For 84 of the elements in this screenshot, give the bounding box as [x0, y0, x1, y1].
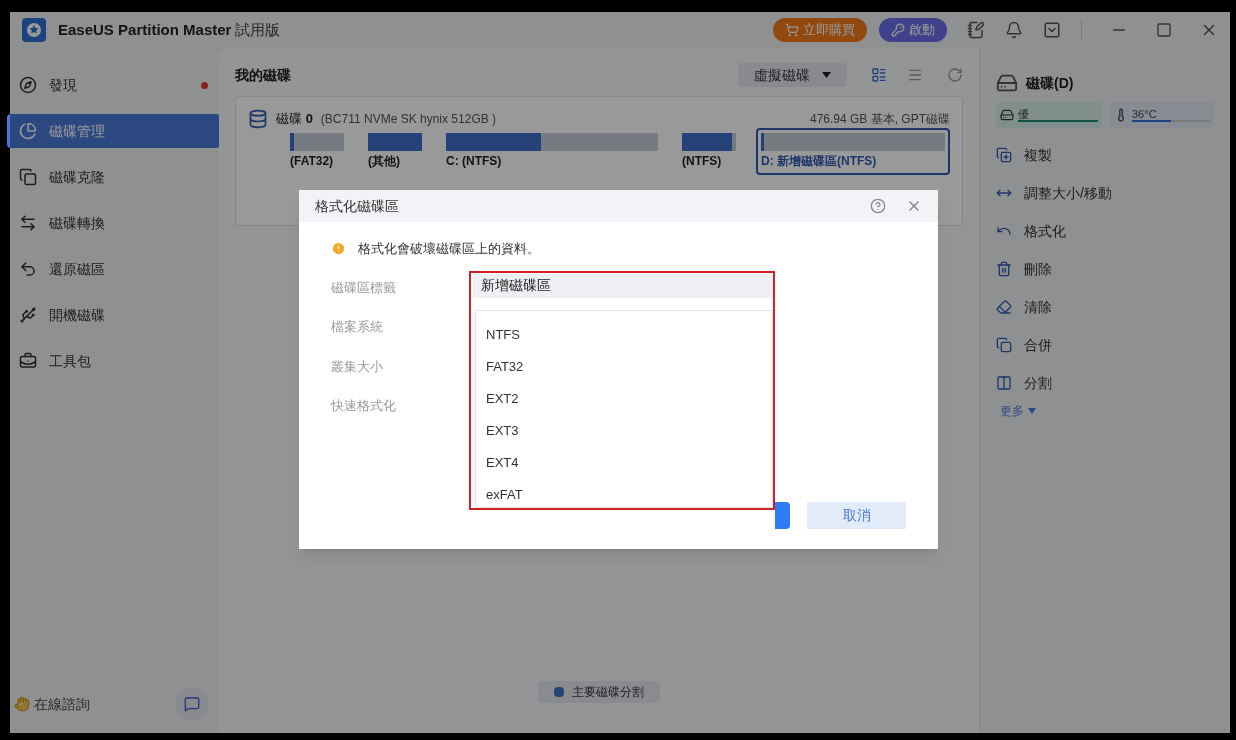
dropdown-option[interactable]: FAT32 — [486, 350, 762, 383]
sidebar-item[interactable]: 開機磁碟 — [7, 298, 220, 332]
partition-item[interactable]: (其他) — [368, 133, 422, 175]
dialog-title: 格式化磁碟區 — [315, 196, 400, 216]
field-label: 叢集大小 — [331, 357, 384, 376]
merge-icon — [996, 337, 1012, 353]
dropdown-option[interactable]: EXT3 — [486, 414, 762, 447]
sidebar-item[interactable]: 還原磁區 — [7, 252, 220, 286]
waving-hand-icon — [14, 696, 30, 712]
action-item[interactable]: 清除 — [996, 288, 1214, 326]
app-title: EaseUS Partition Master — [58, 19, 232, 40]
partition-label: D: 新增磁碟區(NTFS) — [761, 153, 878, 170]
copy-icon — [19, 168, 37, 186]
action-item[interactable]: 合併 — [996, 326, 1214, 364]
app-logo-icon — [22, 18, 46, 42]
chat-button[interactable] — [175, 687, 209, 721]
convert-icon — [19, 214, 37, 232]
split-icon — [996, 375, 1012, 391]
cancel-button[interactable]: 取消 — [807, 502, 906, 529]
warning-icon — [331, 241, 346, 257]
partition-item[interactable]: (NTFS) — [682, 133, 736, 175]
sidebar-item[interactable]: 磁碟克隆 — [7, 160, 220, 194]
drive-icon — [1000, 108, 1014, 122]
caret-icon — [1028, 408, 1036, 414]
partition-item[interactable]: (FAT32) — [290, 133, 344, 175]
grid-view-icon[interactable] — [871, 67, 887, 83]
consult-link[interactable]: 在線諮詢 — [34, 693, 171, 715]
view-dropdown[interactable]: 虛擬磁碟 — [738, 63, 847, 87]
toolbox-icon — [19, 352, 37, 370]
refresh-icon[interactable] — [947, 67, 963, 83]
more-link[interactable]: 更多 — [1000, 402, 1214, 420]
field-label: 檔案系統 — [331, 318, 384, 336]
disk-name: 磁碟 0 — [276, 110, 313, 129]
notes-icon[interactable] — [967, 21, 985, 39]
health-card: 優 — [996, 102, 1102, 128]
partition-item[interactable]: C: (NTFS) — [446, 133, 658, 175]
action-item[interactable]: 格式化 — [996, 212, 1214, 250]
sidebar-item[interactable]: 磁碟轉換 — [7, 206, 220, 240]
disk-summary: 476.94 GB 基本, GPT磁碟 — [809, 111, 950, 128]
warning-text: 格式化會破壞磁碟區上的資料。 — [358, 240, 540, 258]
disk-model: (BC711 NVMe SK hynix 512GB ) — [320, 111, 498, 128]
eraser-icon — [996, 299, 1012, 315]
volume-label-field[interactable]: 新增磁碟區 — [473, 273, 773, 298]
legend-swatch — [554, 687, 564, 697]
undo-icon — [19, 260, 37, 278]
disk-title: 磁碟(D) — [1026, 73, 1074, 93]
dropdown-icon[interactable] — [1043, 21, 1061, 39]
maximize-icon[interactable] — [1156, 22, 1172, 38]
legend-chip: 主要磁碟分割 — [538, 681, 660, 703]
sidebar-item[interactable]: 工具包 — [7, 344, 220, 378]
cart-icon — [785, 23, 799, 37]
trash-icon — [996, 261, 1012, 277]
dropdown-option[interactable]: NTFS — [486, 318, 762, 351]
section-title: 我的磁碟 — [235, 65, 292, 85]
field-label: 磁碟區標籤 — [331, 278, 397, 297]
chat-icon — [184, 696, 200, 712]
action-item[interactable]: 複製 — [996, 136, 1214, 174]
dropdown-option[interactable]: exFAT — [486, 478, 762, 511]
list-view-icon[interactable] — [907, 67, 923, 83]
disk-icon — [248, 109, 268, 129]
caret-icon — [822, 72, 831, 78]
temperature-card: 36°C — [1110, 102, 1214, 128]
compass-icon — [19, 76, 37, 94]
sidebar-item[interactable]: 磁碟管理 — [7, 114, 220, 148]
usb-icon — [19, 306, 37, 324]
help-icon[interactable] — [870, 198, 886, 214]
partition-item[interactable]: D: 新增磁碟區(NTFS) — [756, 128, 950, 175]
partition-label: (NTFS) — [682, 153, 723, 170]
edition-label: 試用版 — [235, 19, 281, 40]
key-icon — [891, 23, 905, 37]
action-item[interactable]: 刪除 — [996, 250, 1214, 288]
partition-label: (其他) — [368, 153, 401, 170]
bell-icon[interactable] — [1005, 21, 1023, 39]
partition-label: C: (NTFS) — [446, 153, 503, 170]
partition-label: (FAT32) — [290, 153, 335, 170]
dropdown-option[interactable]: EXT2 — [486, 382, 762, 415]
pie-chart-icon — [19, 122, 37, 140]
sidebar-item[interactable]: 發現 — [7, 68, 220, 102]
action-item[interactable]: 分割 — [996, 364, 1214, 402]
action-item[interactable]: 調整大小/移動 — [996, 174, 1214, 212]
dropdown-option[interactable]: EXT4 — [486, 446, 762, 479]
activate-button[interactable]: 啟動 — [879, 18, 947, 42]
field-label: 快速格式化 — [331, 397, 397, 415]
copy-plus-icon — [996, 147, 1012, 163]
